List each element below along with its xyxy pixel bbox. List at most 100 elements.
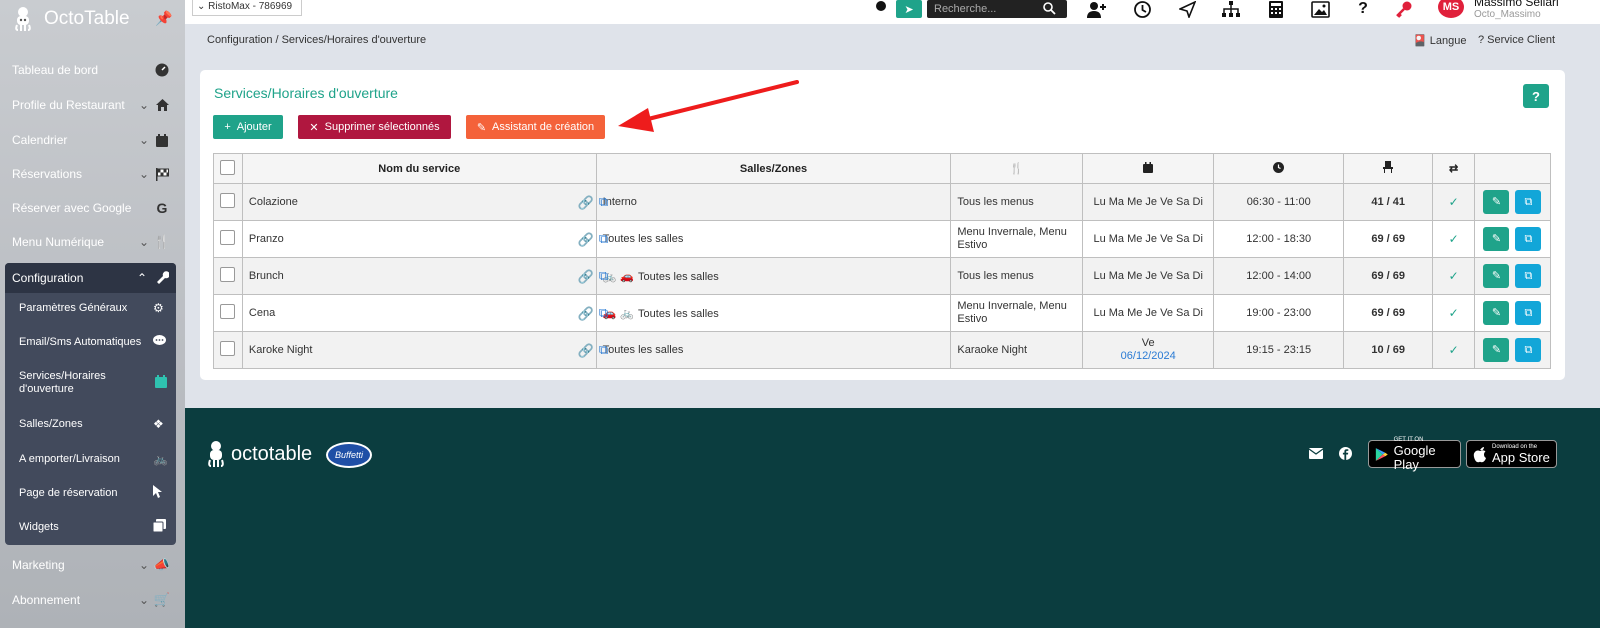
rocket-button[interactable]: ➤ xyxy=(896,0,922,18)
row-checkbox[interactable] xyxy=(220,341,236,356)
sidebar-subitem-label: A emporter/Livraison xyxy=(19,452,120,465)
sidebar-subitem-rooms[interactable]: Salles/Zones ❖ xyxy=(5,414,176,434)
copy-icon[interactable]: ⧉ xyxy=(599,268,608,284)
sidebar-item-google[interactable]: Réserver avec Google G xyxy=(0,191,185,225)
row-checkbox[interactable] xyxy=(220,267,236,282)
link-icon[interactable]: 🔗 xyxy=(578,195,594,211)
service-name[interactable]: Pranzo xyxy=(249,233,284,245)
restaurant-select[interactable]: ⌄ RistoMax - 786969 xyxy=(192,0,302,16)
chevron-down-icon: ⌄ xyxy=(139,98,150,112)
services-table: Nom du service Salles/Zones 🍴 ⇄ Colazion… xyxy=(213,153,1552,369)
sidebar-item-profile[interactable]: Profile du Restaurant ⌄ xyxy=(0,88,185,122)
copy-icon[interactable]: ⧉ xyxy=(599,194,608,210)
utensils-icon: 🍴 xyxy=(153,234,171,249)
service-name[interactable]: Cena xyxy=(249,307,275,319)
paper-plane-icon[interactable] xyxy=(1176,0,1198,19)
service-name[interactable]: Karoke Night xyxy=(249,344,313,356)
footer-logo-text: octotable xyxy=(231,442,313,465)
sidebar-item-subscription[interactable]: Abonnement ⌄ 🛒 xyxy=(0,583,185,617)
table-row: Colazione 🔗 ⧉ Interno Tous les menus Lu Ma… xyxy=(213,183,1552,221)
zones-value: Toutes les salles xyxy=(602,233,684,245)
sidebar-subitem-label: Services/Horaires d'ouverture xyxy=(19,370,106,395)
add-button[interactable]: + Ajouter xyxy=(213,115,283,139)
edit-button[interactable]: ✎ xyxy=(1483,264,1510,288)
wizard-button[interactable]: ✎ Assistant de création xyxy=(466,115,605,139)
brand[interactable]: OctoTable xyxy=(12,6,130,32)
calculator-icon[interactable] xyxy=(1265,0,1287,19)
col-days[interactable] xyxy=(1081,153,1215,184)
sidebar-subitem-takeaway[interactable]: A emporter/Livraison 🚲 xyxy=(5,449,176,469)
question-icon[interactable]: ? xyxy=(1352,0,1374,19)
add-user-icon[interactable] xyxy=(1086,0,1108,19)
service-name[interactable]: Brunch xyxy=(249,270,284,282)
col-name[interactable]: Nom du service xyxy=(241,153,597,184)
row-checkbox[interactable] xyxy=(220,304,236,319)
actions-cell: ✎ ⧉ xyxy=(1473,183,1552,221)
link-icon[interactable]: 🔗 xyxy=(578,306,594,322)
service-name[interactable]: Colazione xyxy=(249,196,298,208)
sidebar-item-marketing[interactable]: Marketing ⌄ 📣 xyxy=(0,548,185,582)
edit-button[interactable]: ✎ xyxy=(1483,190,1510,214)
app-store-badge[interactable]: Download on the App Store xyxy=(1466,440,1557,468)
key-icon[interactable] xyxy=(1393,0,1415,19)
row-checkbox[interactable] xyxy=(220,193,236,208)
copy-icon[interactable]: ⧉ xyxy=(599,342,608,358)
pin-icon[interactable]: 📌 xyxy=(155,10,172,27)
sidebar-subitem-booking-page[interactable]: Page de réservation xyxy=(5,483,176,503)
link-icon[interactable]: 🔗 xyxy=(578,269,594,285)
duplicate-button[interactable]: ⧉ xyxy=(1515,264,1542,288)
col-shuffle[interactable]: ⇄ xyxy=(1432,153,1475,184)
sidebar-item-menu[interactable]: Menu Numérique ⌄ 🍴 xyxy=(0,225,185,259)
edit-button[interactable]: ✎ xyxy=(1483,301,1510,325)
language-button[interactable]: 🎴 Langue xyxy=(1413,34,1466,47)
col-capacity[interactable] xyxy=(1342,153,1434,184)
breadcrumb: Configuration / Services/Horaires d'ouve… xyxy=(207,34,427,46)
col-time[interactable] xyxy=(1213,153,1344,184)
duplicate-button[interactable]: ⧉ xyxy=(1515,190,1542,214)
sidebar-subitem-widgets[interactable]: Widgets xyxy=(5,517,176,537)
sidebar-subitem-services[interactable]: Services/Horaires d'ouverture xyxy=(5,369,135,397)
link-icon[interactable]: 🔗 xyxy=(578,343,594,359)
select-all-checkbox[interactable] xyxy=(220,159,236,175)
facebook-icon[interactable] xyxy=(1339,447,1352,463)
images-icon[interactable] xyxy=(1309,0,1331,19)
time-cell: 12:00 - 14:00 xyxy=(1213,257,1344,295)
user-name[interactable]: Massimo Sellari xyxy=(1474,0,1559,9)
col-zones[interactable]: Salles/Zones xyxy=(595,153,952,184)
select-all-cell xyxy=(213,153,243,184)
col-menus[interactable]: 🍴 xyxy=(950,153,1083,184)
copy-icon[interactable]: ⧉ xyxy=(599,231,608,247)
clock-history-icon[interactable] xyxy=(1131,0,1153,19)
sidebar-item-reservations[interactable]: Réservations ⌄ xyxy=(0,157,185,191)
copy-icon[interactable]: ⧉ xyxy=(599,305,608,321)
capacity-cell: 10 / 69 xyxy=(1342,331,1434,369)
chevron-up-icon: ⌃ xyxy=(137,271,148,285)
service-name-cell: Colazione 🔗 ⧉ xyxy=(241,183,608,221)
sidebar-item-dashboard[interactable]: Tableau de bord xyxy=(0,53,185,87)
sidebar-subitem-general[interactable]: Paramètres Généraux ⚙ xyxy=(5,298,176,318)
google-play-label: Google Play xyxy=(1393,442,1436,472)
partner-logo[interactable]: Buffetti xyxy=(326,442,372,468)
service-client-link[interactable]: ? Service Client xyxy=(1478,34,1555,46)
search-input[interactable]: Recherche... xyxy=(927,0,1067,18)
delete-selected-button[interactable]: ✕ Supprimer sélectionnés xyxy=(298,115,451,139)
sidebar-subitem-email-sms[interactable]: Email/Sms Automatiques xyxy=(5,332,176,352)
close-icon: ✕ xyxy=(309,121,319,134)
bullhorn-icon: 📣 xyxy=(153,557,171,572)
link-icon[interactable]: 🔗 xyxy=(578,232,594,248)
row-checkbox[interactable] xyxy=(220,230,236,245)
footer-logo[interactable]: octotable xyxy=(205,440,312,468)
duplicate-button[interactable]: ⧉ xyxy=(1515,338,1542,362)
sidebar-item-label: Configuration xyxy=(12,271,84,285)
duplicate-button[interactable]: ⧉ xyxy=(1515,301,1542,325)
help-button[interactable]: ? xyxy=(1523,84,1549,108)
sidebar-item-configuration[interactable]: Configuration ⌃ xyxy=(5,263,176,293)
sitemap-icon[interactable] xyxy=(1220,0,1242,19)
edit-button[interactable]: ✎ xyxy=(1483,227,1510,251)
edit-button[interactable]: ✎ xyxy=(1483,338,1510,362)
envelope-icon[interactable] xyxy=(1308,447,1324,462)
google-play-badge[interactable]: GET IT ON Google Play xyxy=(1368,437,1461,471)
sidebar-item-calendar[interactable]: Calendrier ⌄ xyxy=(0,123,185,157)
user-login: Octo_Massimo xyxy=(1474,9,1541,20)
duplicate-button[interactable]: ⧉ xyxy=(1515,227,1542,251)
